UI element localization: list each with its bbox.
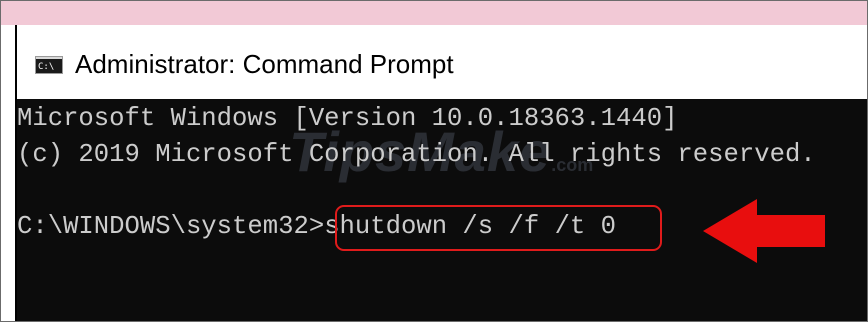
screenshot-frame: C:\ Administrator: Command Prompt TipsMa… [0, 0, 868, 322]
red-arrow-icon [703, 199, 825, 263]
window-title: Administrator: Command Prompt [75, 49, 454, 79]
console-line-version: Microsoft Windows [Version 10.0.18363.14… [17, 104, 678, 133]
command-prompt-window: C:\ Administrator: Command Prompt TipsMa… [15, 25, 867, 321]
console-output[interactable]: TipsMake.com Microsoft Windows [Version … [17, 99, 867, 321]
background-strip [1, 1, 867, 25]
command-prompt-path: C:\WINDOWS\system32> [17, 212, 325, 241]
console-icon: C:\ [35, 56, 63, 74]
command-highlight-box [335, 205, 662, 251]
title-bar[interactable]: C:\ Administrator: Command Prompt [17, 25, 867, 99]
console-line-copyright: (c) 2019 Microsoft Corporation. All righ… [17, 140, 816, 169]
